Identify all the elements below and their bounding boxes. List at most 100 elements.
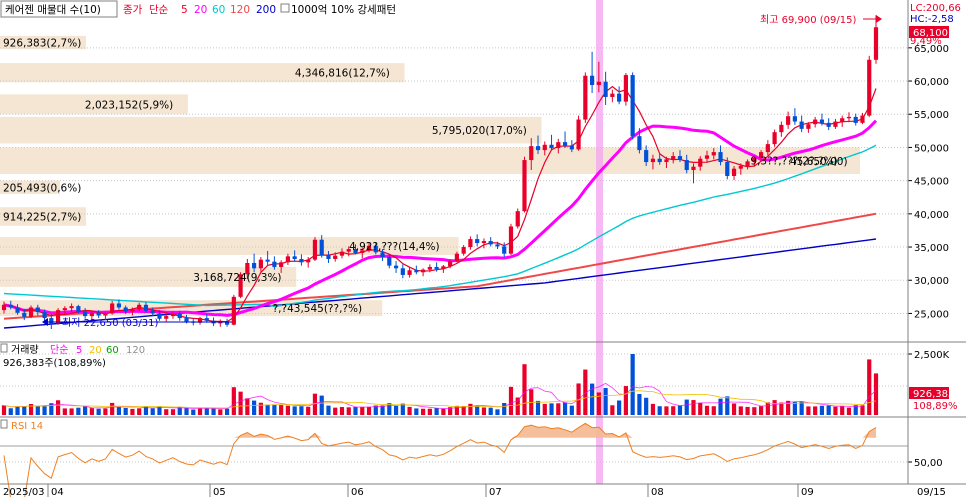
candle-body	[731, 168, 737, 176]
candle-body	[461, 247, 466, 254]
candle-body	[83, 311, 88, 317]
volume-bar	[123, 407, 128, 415]
candle-body	[414, 270, 419, 273]
candle-body	[596, 81, 601, 86]
profile-bar	[0, 147, 860, 174]
volume-bar	[285, 405, 291, 415]
volume-bar	[1, 405, 7, 415]
volume-bar	[535, 400, 541, 415]
volume-ma-60: 60	[106, 345, 119, 356]
rsi-axis-label: 50,00	[914, 458, 943, 469]
candle-body	[475, 239, 480, 244]
candle-body	[69, 306, 74, 309]
candle-body	[495, 244, 500, 247]
candle-body	[454, 253, 459, 261]
candle-body	[231, 296, 236, 325]
time-tick-label: 08	[651, 487, 664, 497]
volume-bar	[62, 408, 67, 415]
candle-body	[549, 144, 554, 149]
volume-ma-5: 5	[76, 345, 82, 356]
rsi-title-box[interactable]	[0, 419, 8, 429]
candle-body	[508, 226, 514, 254]
candle-body	[637, 136, 642, 151]
volume-bar	[813, 406, 818, 415]
volume-bar	[752, 407, 757, 415]
volume-ma-120: 120	[126, 345, 145, 356]
volume-bar	[333, 407, 338, 415]
candle-body	[725, 162, 730, 176]
volume-bar	[353, 407, 358, 415]
candle-body	[312, 239, 318, 260]
volume-bar	[150, 408, 155, 415]
profile-label: 3,168,724(9,3%)	[193, 272, 281, 284]
candle-body	[110, 303, 115, 314]
candle-body	[28, 307, 34, 317]
candle-body	[589, 75, 595, 86]
candle-body	[630, 75, 635, 137]
volume-bar	[164, 409, 169, 415]
volume-bar	[873, 373, 879, 415]
candle-body	[123, 307, 128, 312]
candle-body	[603, 81, 608, 97]
candle-body	[204, 318, 209, 321]
volume-bar	[184, 408, 189, 415]
candle-body	[765, 144, 770, 153]
candle-body	[170, 313, 176, 317]
volume-bar	[644, 397, 649, 415]
stock-chart-window: 926,383(2,7%) 4,346,816(12,7%) 2,023,152(5…	[0, 0, 966, 501]
volume-bar	[549, 403, 554, 415]
stock-name[interactable]: 케어젠 매물대 수(10)	[5, 4, 101, 16]
volume-ma20-line	[3, 390, 877, 409]
candle-body	[813, 119, 818, 125]
candle-body	[853, 116, 858, 123]
candle-body	[623, 75, 628, 102]
volume-bar	[197, 408, 203, 415]
price-axis: 65,000 60,000 55,000 50,000 45,000 40,000 35,0…	[908, 44, 949, 320]
volume-bar	[522, 364, 527, 415]
volume-bar	[664, 406, 669, 415]
volume-bar	[610, 405, 615, 415]
candle-body	[441, 266, 446, 269]
volume-bar	[272, 404, 277, 415]
volume-bar	[704, 405, 710, 415]
volume-badge-value: 926,383	[913, 389, 954, 400]
volume-bar	[806, 406, 811, 415]
candle-body	[684, 160, 689, 171]
volume-ma-line	[3, 382, 877, 410]
price-tick-label: 30,000	[914, 276, 949, 287]
candle-body	[393, 265, 399, 269]
price-tick-label: 60,000	[914, 77, 949, 88]
volume-bar	[130, 408, 135, 415]
candle-body	[481, 241, 487, 244]
candlestick-chart[interactable]: 926,383(2,7%) 4,346,816(12,7%) 2,023,152(5…	[0, 0, 966, 501]
profile-label: ?,?43,545(??,?%)	[273, 303, 362, 315]
volume-bar	[441, 408, 446, 415]
volume-title-box[interactable]	[0, 343, 8, 353]
candle-body	[772, 132, 777, 145]
volume-bar	[481, 407, 487, 415]
price-tick-label: 55,000	[914, 110, 949, 121]
candle-body	[292, 256, 297, 259]
candle-body	[535, 146, 541, 151]
volume-bar	[116, 407, 122, 415]
candle-body	[711, 152, 716, 156]
time-tick-label: 04	[51, 487, 64, 497]
candle-body	[326, 255, 331, 259]
candle-body	[299, 258, 304, 263]
volume-bar	[421, 408, 426, 415]
volume-bar	[76, 407, 81, 415]
candle-body	[42, 312, 47, 319]
volume-bar	[103, 408, 108, 415]
candle-body	[691, 166, 696, 171]
candle-body	[610, 93, 615, 97]
volume-bar	[867, 359, 872, 415]
rsi-overbought-fill	[4, 423, 876, 438]
candle-body	[55, 310, 61, 324]
pattern-checkbox[interactable]	[280, 3, 290, 13]
candle-body	[137, 304, 142, 310]
volume-bar	[630, 354, 635, 415]
candle-body	[339, 251, 345, 256]
candle-body	[650, 158, 656, 163]
candle-body	[569, 145, 574, 150]
volume-bar	[380, 405, 385, 415]
